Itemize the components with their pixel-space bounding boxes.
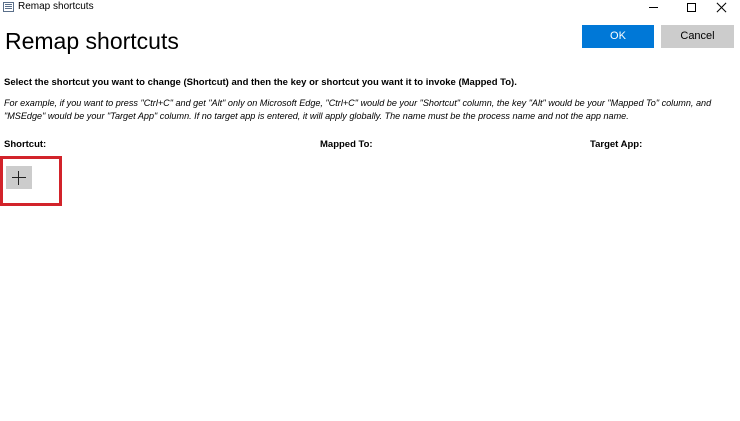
cancel-button[interactable]: Cancel [661,25,734,48]
instruction-text: Select the shortcut you want to change (… [4,77,517,88]
maximize-button[interactable] [676,0,706,14]
add-shortcut-button[interactable] [6,166,32,189]
mapped-to-column-header: Mapped To: [320,139,373,150]
minimize-icon [648,6,658,8]
keyboard-app-icon [3,2,14,12]
ok-button[interactable]: OK [582,25,654,48]
remap-shortcuts-window: Remap shortcuts Remap shortcuts OK Cance… [0,0,740,421]
window-title: Remap shortcuts [18,1,94,12]
example-text: For example, if you want to press "Ctrl+… [4,98,712,121]
page-title: Remap shortcuts [5,28,179,54]
title-bar: Remap shortcuts [0,0,740,16]
plus-icon [12,170,26,185]
shortcut-column-header: Shortcut: [4,139,47,150]
target-app-column-header: Target App: [590,139,643,150]
close-button[interactable] [706,0,736,14]
maximize-icon [686,2,696,12]
close-icon [716,2,727,13]
minimize-button[interactable] [638,0,668,14]
